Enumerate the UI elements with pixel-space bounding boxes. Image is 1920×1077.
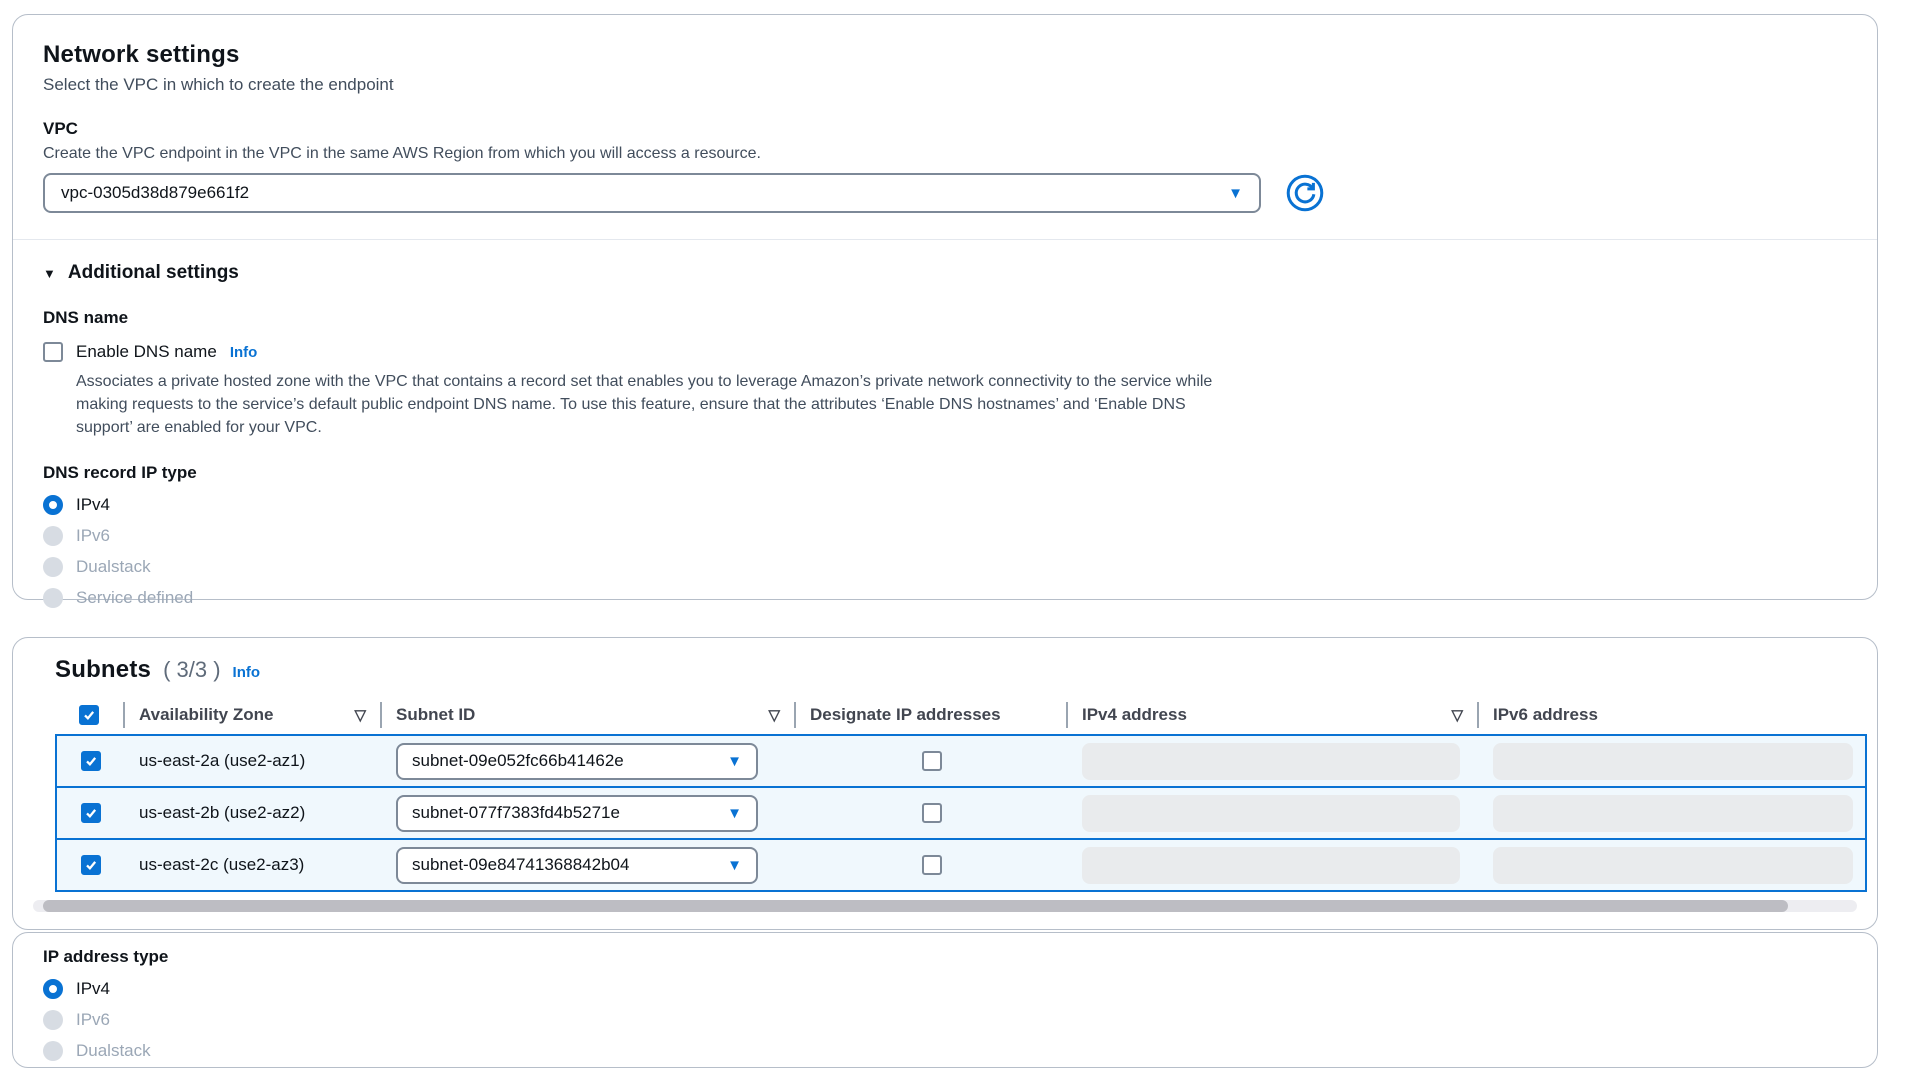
column-header-designate-ip: Designate IP addresses [794,702,1066,728]
subnets-table-header: Availability Zone ▽ Subnet ID ▽ Designat… [55,696,1835,734]
subnet-id-value: subnet-09e052fc66b41462e [412,751,624,771]
radio-ip-ipv4[interactable]: IPv4 [43,979,1847,999]
radio-disabled-icon [43,1041,63,1061]
availability-zone-cell: us-east-2c (use2-az3) [125,855,382,875]
subnets-title: Subnets [55,656,151,684]
dns-name-description: Associates a private hosted zone with th… [76,370,1246,439]
additional-settings-toggle[interactable]: ▼ Additional settings [43,262,1847,284]
radio-ip-dualstack: Dualstack [43,1041,1847,1061]
vpc-selected-value: vpc-0305d38d879e661f2 [61,183,249,203]
ipv4-address-input-disabled [1082,847,1460,884]
table-row[interactable]: us-east-2a (use2-az1) subnet-09e052fc66b… [55,734,1867,788]
radio-ip-ipv6: IPv6 [43,1010,1847,1030]
table-row[interactable]: us-east-2c (use2-az3) subnet-09e84741368… [55,838,1867,892]
row-select-checkbox[interactable] [81,751,101,771]
sort-icon[interactable]: ▽ [1451,706,1463,724]
radio-selected-icon [43,979,63,999]
column-header-availability-zone[interactable]: Availability Zone ▽ [123,702,380,728]
subnet-id-select[interactable]: subnet-077f7383fd4b5271e ▼ [396,795,758,832]
network-settings-card: Network settings Select the VPC in which… [12,14,1878,600]
subnets-info-link[interactable]: Info [233,664,261,681]
chevron-down-icon: ▼ [727,857,742,874]
expand-arrow-icon: ▼ [43,266,56,281]
subnets-card: Subnets ( 3/3 ) Info Availability Zone ▽… [12,637,1878,930]
enable-dns-name-checkbox[interactable] [43,342,63,362]
radio-selected-icon [43,495,63,515]
select-all-header-cell [55,702,123,728]
network-settings-subtitle: Select the VPC in which to create the en… [43,75,1847,95]
radio-disabled-icon [43,526,63,546]
ipv4-address-input-disabled [1082,795,1460,832]
ip-address-type-card: IP address type IPv4 IPv6 Dualstack [12,932,1878,1068]
column-header-ipv4-address[interactable]: IPv4 address ▽ [1066,702,1477,728]
subnet-id-value: subnet-077f7383fd4b5271e [412,803,620,823]
radio-disabled-icon [43,588,63,608]
ip-address-type-group: IPv4 IPv6 Dualstack [43,979,1847,1061]
column-header-subnet-id[interactable]: Subnet ID ▽ [380,702,794,728]
radio-dns-dualstack: Dualstack [43,557,1847,577]
column-header-ipv6-address: IPv6 address [1477,702,1835,728]
subnets-table-body: us-east-2a (use2-az1) subnet-09e052fc66b… [55,734,1867,892]
chevron-down-icon: ▼ [727,805,742,822]
ip-address-type-label: IP address type [43,947,1847,967]
row-select-checkbox[interactable] [81,855,101,875]
designate-ip-checkbox[interactable] [922,855,942,875]
row-select-checkbox[interactable] [81,803,101,823]
radio-disabled-icon [43,1010,63,1030]
subnet-id-select[interactable]: subnet-09e052fc66b41462e ▼ [396,743,758,780]
dns-record-ip-type-label: DNS record IP type [43,463,1847,483]
refresh-icon [1286,174,1324,212]
radio-dns-ipv6: IPv6 [43,526,1847,546]
availability-zone-cell: us-east-2a (use2-az1) [125,751,382,771]
horizontal-scrollbar[interactable] [33,900,1857,912]
dns-name-info-link[interactable]: Info [230,344,258,361]
radio-disabled-icon [43,557,63,577]
ipv4-address-input-disabled [1082,743,1460,780]
scrollbar-thumb[interactable] [43,900,1788,912]
subnets-counter: ( 3/3 ) [163,657,220,683]
vpc-label: VPC [43,119,1847,139]
table-row[interactable]: us-east-2b (use2-az2) subnet-077f7383fd4… [55,786,1867,840]
ipv6-address-input-disabled [1493,743,1853,780]
chevron-down-icon: ▼ [727,753,742,770]
availability-zone-cell: us-east-2b (use2-az2) [125,803,382,823]
chevron-down-icon: ▼ [1228,185,1243,202]
subnet-id-value: subnet-09e84741368842b04 [412,855,629,875]
subnets-table: Availability Zone ▽ Subnet ID ▽ Designat… [55,696,1835,892]
subnet-id-select[interactable]: subnet-09e84741368842b04 ▼ [396,847,758,884]
designate-ip-checkbox[interactable] [922,803,942,823]
ipv6-address-input-disabled [1493,795,1853,832]
vpc-select[interactable]: vpc-0305d38d879e661f2 ▼ [43,173,1261,213]
dns-record-ip-type-group: IPv4 IPv6 Dualstack Service defined [43,495,1847,608]
additional-settings-label: Additional settings [68,262,239,284]
enable-dns-name-label: Enable DNS name [76,342,217,362]
select-all-checkbox[interactable] [79,705,99,725]
refresh-button[interactable] [1285,173,1325,213]
sort-icon[interactable]: ▽ [354,706,366,724]
designate-ip-checkbox[interactable] [922,751,942,771]
radio-dns-service-defined: Service defined [43,588,1847,608]
sort-icon[interactable]: ▽ [768,706,780,724]
vpc-description: Create the VPC endpoint in the VPC in th… [43,145,1847,163]
dns-name-label: DNS name [43,308,1847,328]
section-divider [13,239,1877,240]
ipv6-address-input-disabled [1493,847,1853,884]
radio-dns-ipv4[interactable]: IPv4 [43,495,1847,515]
network-settings-title: Network settings [43,41,1847,69]
